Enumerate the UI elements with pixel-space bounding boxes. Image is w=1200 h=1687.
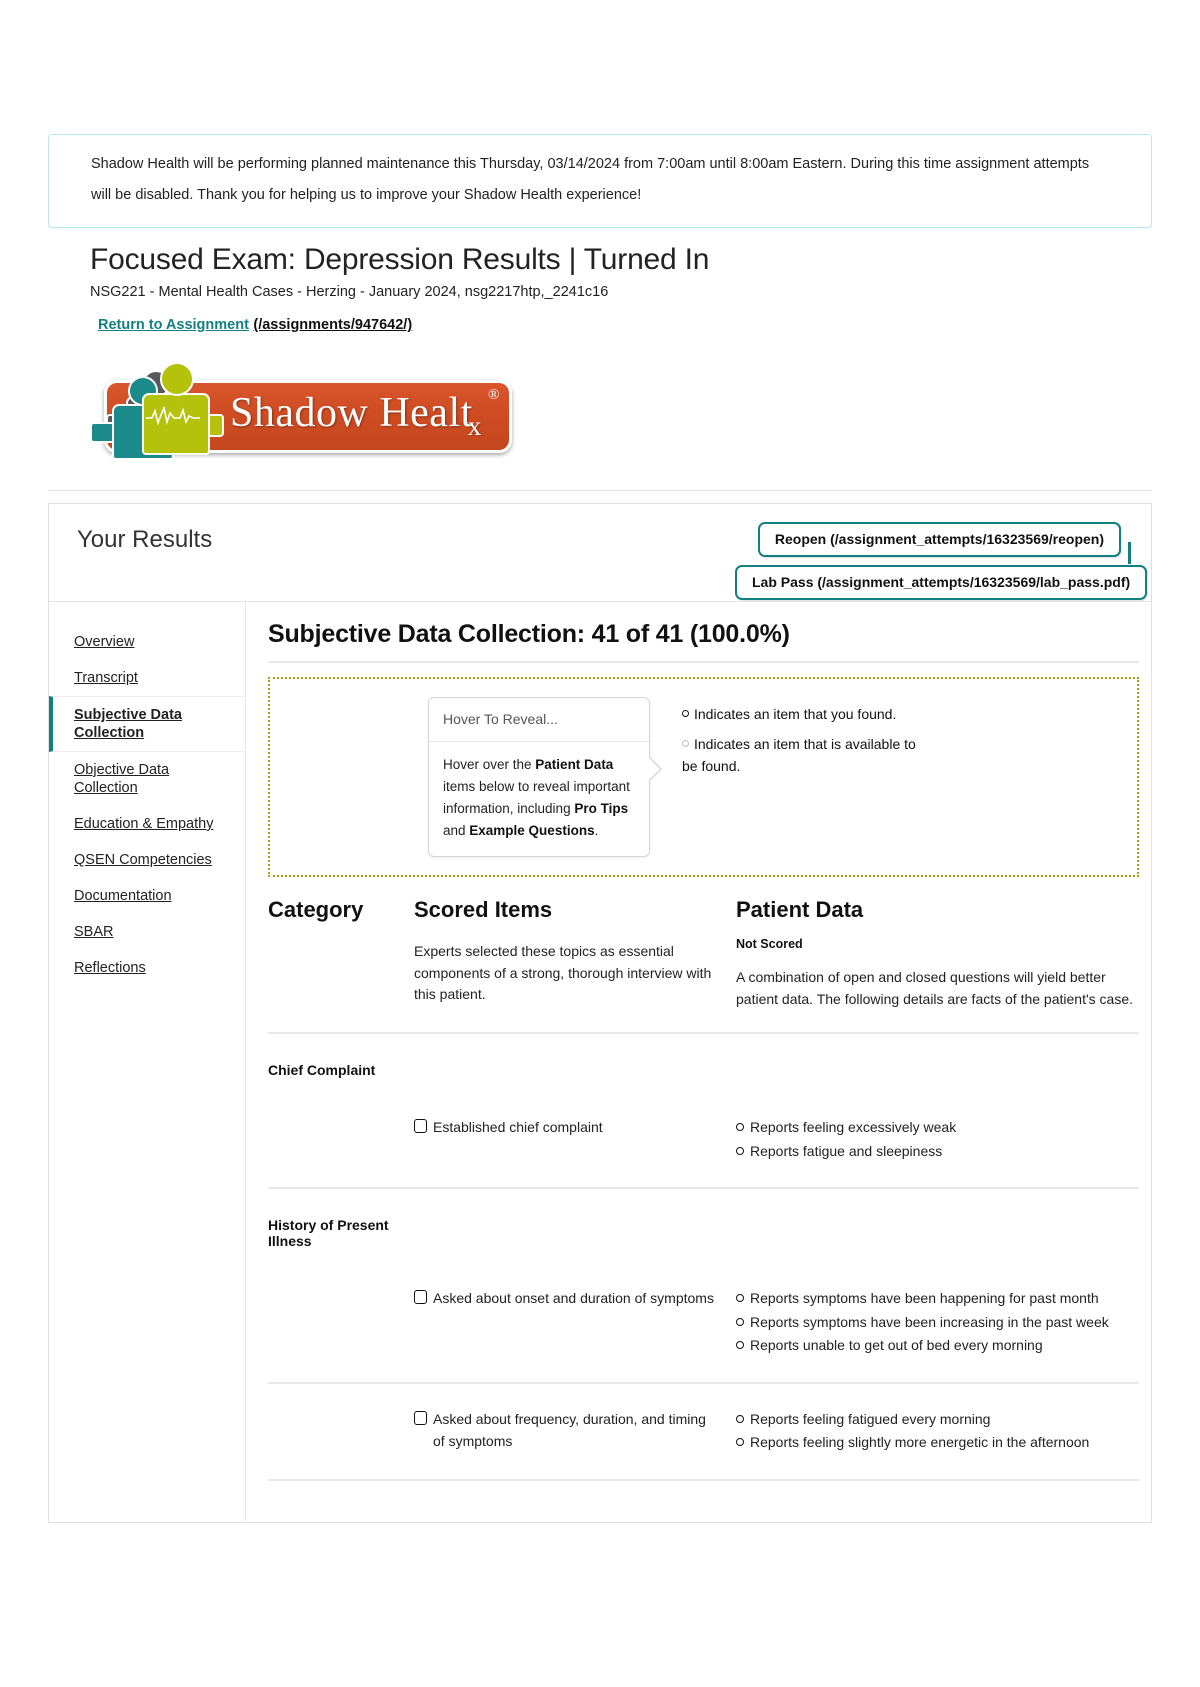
table-row: Asked about onset and duration of sympto… bbox=[268, 1249, 1139, 1382]
scored-items-intro: Experts selected these topics as essenti… bbox=[414, 943, 712, 1002]
scored-item[interactable]: Asked about onset and duration of sympto… bbox=[414, 1287, 720, 1309]
found-items-legend: Indicates an item that you found. Indica… bbox=[682, 697, 932, 785]
hover-to-reveal-description: Hover over the Patient Data items below … bbox=[429, 742, 649, 856]
category-heading-row: History of Present Illness bbox=[268, 1203, 1139, 1249]
sidebar-item-sbar[interactable]: SBAR bbox=[49, 914, 245, 950]
page-subtitle: NSG221 - Mental Health Cases - Herzing -… bbox=[90, 284, 609, 300]
lab-pass-button[interactable]: Lab Pass (/assignment_attempts/16323569/… bbox=[735, 565, 1148, 600]
patient-data-item[interactable]: Reports symptoms have been increasing in… bbox=[736, 1311, 1139, 1334]
logo-wordmark: Shadow Healtx bbox=[230, 390, 482, 441]
category-label-history-of-present-illness: History of Present Illness bbox=[268, 1217, 389, 1249]
scored-item-label: Established chief complaint bbox=[433, 1119, 603, 1135]
scored-item-label: Asked about frequency, duration, and tim… bbox=[433, 1410, 706, 1449]
reveal-text-1: Hover over the bbox=[443, 757, 536, 772]
hover-to-reveal-prompt: Hover To Reveal... bbox=[429, 698, 649, 742]
sidebar-item-overview[interactable]: Overview bbox=[49, 624, 245, 660]
reopen-button[interactable]: Reopen (/assignment_attempts/16323569/re… bbox=[757, 522, 1121, 557]
section-title: Subjective Data Collection: 41 of 41 (10… bbox=[268, 620, 790, 648]
sidebar-item-transcript[interactable]: Transcript bbox=[49, 660, 245, 696]
column-header-patient-data-cell: Patient Data Not Scored A combination of… bbox=[736, 897, 1139, 1010]
patient-data-list: Reports feeling excessively weak Reports… bbox=[736, 1116, 1139, 1162]
sidebar-item-subjective-data-collection[interactable]: Subjective Data Collection bbox=[49, 696, 245, 752]
patient-data-item[interactable]: Reports unable to get out of bed every m… bbox=[736, 1334, 1139, 1357]
section-title-divider bbox=[268, 661, 1139, 663]
legend-found-row: Indicates an item that you found. bbox=[682, 703, 932, 726]
reveal-text-4: . bbox=[594, 823, 599, 838]
available-dot-icon bbox=[682, 739, 689, 747]
patient-data-item[interactable]: Reports feeling slightly more energetic … bbox=[736, 1431, 1139, 1454]
action-divider-bar bbox=[1128, 542, 1131, 564]
patient-data-intro: A combination of open and closed questio… bbox=[736, 969, 1133, 1007]
ekg-waveform-icon bbox=[146, 406, 200, 426]
page-title: Focused Exam: Depression Results | Turne… bbox=[90, 243, 710, 276]
shadow-health-logo: Shadow Healtx ® bbox=[90, 360, 512, 460]
scored-item-label: Asked about onset and duration of sympto… bbox=[433, 1290, 714, 1306]
category-group-history-of-present-illness: History of Present Illness Asked about o… bbox=[268, 1189, 1139, 1481]
table-row: Asked about frequency, duration, and tim… bbox=[268, 1381, 1139, 1481]
category-label-chief-complaint: Chief Complaint bbox=[268, 1062, 376, 1078]
subjective-data-collection-content: Subjective Data Collection: 41 of 41 (10… bbox=[246, 602, 1151, 1521]
column-header-category: Category bbox=[268, 897, 364, 922]
table-row: Established chief complaint Reports feel… bbox=[268, 1078, 1139, 1189]
patient-data-item[interactable]: Reports symptoms have been happening for… bbox=[736, 1287, 1139, 1310]
reveal-bold-patient-data: Patient Data bbox=[535, 757, 614, 772]
reveal-bold-example-questions: Example Questions bbox=[469, 823, 595, 838]
sidebar-item-documentation[interactable]: Documentation bbox=[49, 878, 245, 914]
header-divider bbox=[48, 490, 1152, 491]
results-table-header: Category Scored Items Experts selected t… bbox=[268, 897, 1139, 1034]
registered-trademark-icon: ® bbox=[488, 387, 500, 403]
return-to-assignment-row: Return to Assignment (/assignments/94764… bbox=[90, 316, 1152, 334]
column-header-category-cell: Category bbox=[268, 897, 414, 1010]
maintenance-banner: Shadow Health will be performing planned… bbox=[48, 134, 1152, 228]
results-panel-body: Overview Transcript Subjective Data Coll… bbox=[49, 602, 1151, 1521]
patient-data-item[interactable]: Reports feeling excessively weak bbox=[736, 1116, 1139, 1139]
column-header-scored-items: Scored Items bbox=[414, 897, 553, 922]
maintenance-banner-text: Shadow Health will be performing planned… bbox=[91, 156, 1090, 203]
page-root: Shadow Health will be performing planned… bbox=[0, 134, 1200, 1687]
sidebar-item-reflections[interactable]: Reflections bbox=[49, 950, 245, 986]
reveal-bold-pro-tips: Pro Tips bbox=[574, 801, 629, 816]
legend-found-text: Indicates an item that you found. bbox=[694, 706, 897, 722]
return-to-assignment-link[interactable]: Return to Assignment bbox=[98, 317, 249, 333]
brand-logo-area: Shadow Healtx ® bbox=[48, 360, 1152, 460]
sidebar-item-objective-data-collection[interactable]: Objective Data Collection bbox=[49, 752, 245, 806]
patient-data-item[interactable]: Reports fatigue and sleepiness bbox=[736, 1140, 1139, 1163]
reveal-text-3: and bbox=[443, 823, 470, 838]
scored-item[interactable]: Established chief complaint bbox=[414, 1116, 720, 1138]
results-sidebar: Overview Transcript Subjective Data Coll… bbox=[49, 602, 246, 1521]
legend-available-text: Indicates an item that is available to b… bbox=[682, 735, 916, 775]
results-panel-header: Your Results Reopen (/assignment_attempt… bbox=[49, 504, 1151, 602]
category-heading-row: Chief Complaint bbox=[268, 1048, 1139, 1078]
return-to-assignment-path[interactable]: (/assignments/947642/) bbox=[253, 317, 412, 333]
not-scored-label: Not Scored bbox=[736, 937, 803, 951]
column-header-patient-data: Patient Data bbox=[736, 897, 864, 922]
legend-available-row: Indicates an item that is available to b… bbox=[682, 733, 932, 778]
scored-item-checkbox[interactable] bbox=[414, 1410, 427, 1425]
results-panel: Your Results Reopen (/assignment_attempt… bbox=[48, 503, 1152, 1523]
patient-data-item[interactable]: Reports feeling fatigued every morning bbox=[736, 1408, 1139, 1431]
scored-item[interactable]: Asked about frequency, duration, and tim… bbox=[414, 1408, 720, 1452]
results-table: Category Scored Items Experts selected t… bbox=[268, 897, 1139, 1481]
sidebar-item-education-and-empathy[interactable]: Education & Empathy bbox=[49, 806, 245, 842]
page-header: Focused Exam: Depression Results | Turne… bbox=[48, 242, 1152, 334]
patient-data-list: Reports feeling fatigued every morning R… bbox=[736, 1408, 1139, 1454]
scored-item-checkbox[interactable] bbox=[414, 1290, 427, 1304]
sidebar-item-qsen-competencies[interactable]: QSEN Competencies bbox=[49, 842, 245, 878]
scored-item-checkbox[interactable] bbox=[414, 1119, 427, 1133]
column-header-scored-items-cell: Scored Items Experts selected these topi… bbox=[414, 897, 736, 1010]
category-group-chief-complaint: Chief Complaint Established chief compla… bbox=[268, 1034, 1139, 1189]
hover-to-reveal-callout: Hover To Reveal... Hover over the Patien… bbox=[428, 697, 662, 857]
hover-to-reveal-box: Hover To Reveal... Hover over the Patien… bbox=[268, 677, 1139, 877]
results-actions: Reopen (/assignment_attempts/16323569/re… bbox=[735, 522, 1148, 600]
found-dot-icon bbox=[682, 710, 689, 717]
patient-data-list: Reports symptoms have been happening for… bbox=[736, 1287, 1139, 1357]
